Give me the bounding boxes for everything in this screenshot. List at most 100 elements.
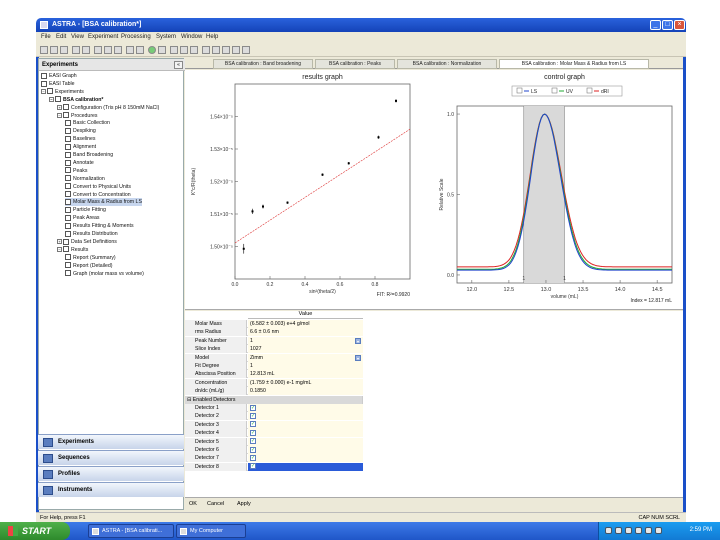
step-icon[interactable] <box>170 46 178 54</box>
menu-system[interactable]: System <box>156 34 176 40</box>
tray-icon-power[interactable] <box>645 527 652 534</box>
cancel-button[interactable]: Cancel <box>207 501 224 507</box>
property-row[interactable]: Slice Index 1027 <box>185 345 363 354</box>
tree-item[interactable]: Alignment <box>65 143 96 151</box>
redo-icon[interactable] <box>136 46 144 54</box>
tree-item[interactable]: Normalization <box>65 175 105 183</box>
detector-checkbox[interactable]: ✓ <box>250 429 256 436</box>
detector-value[interactable]: ✓ <box>248 412 363 421</box>
collapse-panel-button[interactable]: « <box>174 61 183 69</box>
detector-value[interactable]: ✓ <box>248 462 363 471</box>
tree-item[interactable]: Peak Areas <box>65 214 100 222</box>
graphs-svg[interactable]: results graph 1.50×10⁻⁵ 1.51×10⁻⁵ 1.52×10⁻⁵… <box>185 70 683 310</box>
property-row[interactable]: Peak Number 1 ▾ <box>185 336 363 345</box>
property-row[interactable]: Concentration (1.759 ± 0.000) e-1 mg/mL <box>185 378 363 387</box>
zoom-in-icon[interactable] <box>222 46 230 54</box>
tree-item[interactable]: Results Distribution <box>65 230 118 238</box>
tree-item[interactable]: − BSA calibration* <box>49 96 103 104</box>
collapse-icon[interactable]: − <box>57 246 62 252</box>
new-icon[interactable] <box>40 46 48 54</box>
tree-item[interactable]: Molar Mass & Radius from LS <box>65 198 142 207</box>
maximize-button[interactable]: □ <box>662 20 673 30</box>
detectors-group-row[interactable]: ⊟ Enabled Detectors <box>185 395 363 404</box>
expand-icon[interactable]: + <box>57 239 62 245</box>
tree-item[interactable]: + Configuration (Tris pH 8 150mM NaCl) <box>57 104 159 112</box>
expand-icon[interactable]: + <box>57 104 62 110</box>
tree-item[interactable]: Results Fitting & Moments <box>65 222 134 230</box>
detector-row[interactable]: Detector 3 ✓ <box>185 420 363 429</box>
tray-icon-display[interactable] <box>655 527 662 534</box>
property-row[interactable]: Abscissa Position 12.813 mL <box>185 370 363 379</box>
detector-value[interactable]: ✓ <box>248 404 363 412</box>
fit-icon[interactable] <box>242 46 250 54</box>
group-label[interactable]: ⊟ Enabled Detectors <box>185 395 363 404</box>
detector-checkbox[interactable]: ✓ <box>250 404 256 411</box>
stop-icon[interactable] <box>158 46 166 54</box>
tree-item[interactable]: Graph (molar mass vs volume) <box>65 270 144 278</box>
detector-value[interactable]: ✓ <box>248 429 363 438</box>
property-value[interactable]: (1.759 ± 0.000) e-1 mg/mL <box>248 378 363 387</box>
tree-item[interactable]: Band Broadening <box>65 151 113 159</box>
detector-value[interactable]: ✓ <box>248 454 363 463</box>
property-row[interactable]: Fit Degree 1 <box>185 362 363 370</box>
print-preview-icon[interactable] <box>82 46 90 54</box>
back-icon[interactable] <box>180 46 188 54</box>
dropdown-arrow-icon[interactable]: ▾ <box>355 354 361 361</box>
save-icon[interactable] <box>60 46 68 54</box>
tree-item[interactable]: − Results <box>57 246 88 254</box>
detector-row[interactable]: Detector 4 ✓ <box>185 429 363 438</box>
property-row[interactable]: Model Zimm ▾ <box>185 353 363 362</box>
tree-item[interactable]: + Data Set Definitions <box>57 238 117 246</box>
property-value[interactable]: Zimm ▾ <box>248 353 363 362</box>
detector-value[interactable]: ✓ <box>248 446 363 454</box>
dropdown-arrow-icon[interactable]: ▾ <box>355 337 361 344</box>
paste-icon[interactable] <box>114 46 122 54</box>
property-row[interactable]: rms Radius 6.6 ± 0.6 nm <box>185 328 363 337</box>
taskbar-my-computer[interactable]: My Computer <box>176 524 246 538</box>
detector-value[interactable]: ✓ <box>248 420 363 429</box>
print-icon[interactable] <box>72 46 80 54</box>
detector-checkbox[interactable]: ✓ <box>250 463 256 470</box>
collapse-icon[interactable]: − <box>49 96 54 102</box>
tree-item[interactable]: Baselines <box>65 135 96 143</box>
cut-icon[interactable] <box>94 46 102 54</box>
detector-checkbox[interactable]: ✓ <box>250 446 256 453</box>
detector-row[interactable]: Detector 8 ✓ <box>185 462 363 471</box>
zoom-icon[interactable] <box>212 46 220 54</box>
menu-file[interactable]: File <box>41 34 51 40</box>
start-button[interactable]: START <box>0 522 70 540</box>
tray-icon-network[interactable] <box>605 527 612 534</box>
tab-normalization[interactable]: BSA calibration : Normalization <box>397 59 497 69</box>
tree-item[interactable]: − Experiments <box>41 88 84 96</box>
minimize-button[interactable]: _ <box>650 20 661 30</box>
forward-icon[interactable] <box>190 46 198 54</box>
detector-checkbox[interactable]: ✓ <box>250 438 256 445</box>
property-value[interactable]: 12.813 mL <box>248 370 363 379</box>
detector-checkbox[interactable]: ✓ <box>250 413 256 420</box>
tree-item[interactable]: − Procedures <box>57 112 98 120</box>
nav-profiles-button[interactable]: Profiles <box>38 466 184 481</box>
property-value[interactable]: 1 <box>248 362 363 370</box>
tray-icon-volume[interactable] <box>625 527 632 534</box>
undo-icon[interactable] <box>126 46 134 54</box>
tray-icon-update[interactable] <box>635 527 642 534</box>
menu-processing[interactable]: Processing <box>121 34 151 40</box>
property-value[interactable]: 1 ▾ <box>248 336 363 345</box>
menu-view[interactable]: View <box>71 34 84 40</box>
menu-experiment[interactable]: Experiment <box>88 34 118 40</box>
tree-item[interactable]: Report (Detailed) <box>65 262 113 270</box>
detector-value[interactable]: ✓ <box>248 437 363 446</box>
tree-item[interactable]: Basic Collection <box>65 119 110 127</box>
tree-item[interactable]: Peaks <box>65 167 87 175</box>
tree-item[interactable]: Convert to Physical Units <box>65 183 131 191</box>
menu-help[interactable]: Help <box>206 34 218 40</box>
nav-instruments-button[interactable]: Instruments <box>38 482 184 497</box>
tree-item[interactable]: EASI Table <box>41 80 75 88</box>
apply-button[interactable]: Apply <box>237 501 251 507</box>
zoom-out-icon[interactable] <box>232 46 240 54</box>
menu-window[interactable]: Window <box>181 34 202 40</box>
property-value[interactable]: 0.1850 <box>248 387 363 396</box>
tree-item[interactable]: Despiking <box>65 127 96 135</box>
tree-item[interactable]: Convert to Concentration <box>65 191 131 199</box>
ok-button[interactable]: OK <box>189 501 197 507</box>
